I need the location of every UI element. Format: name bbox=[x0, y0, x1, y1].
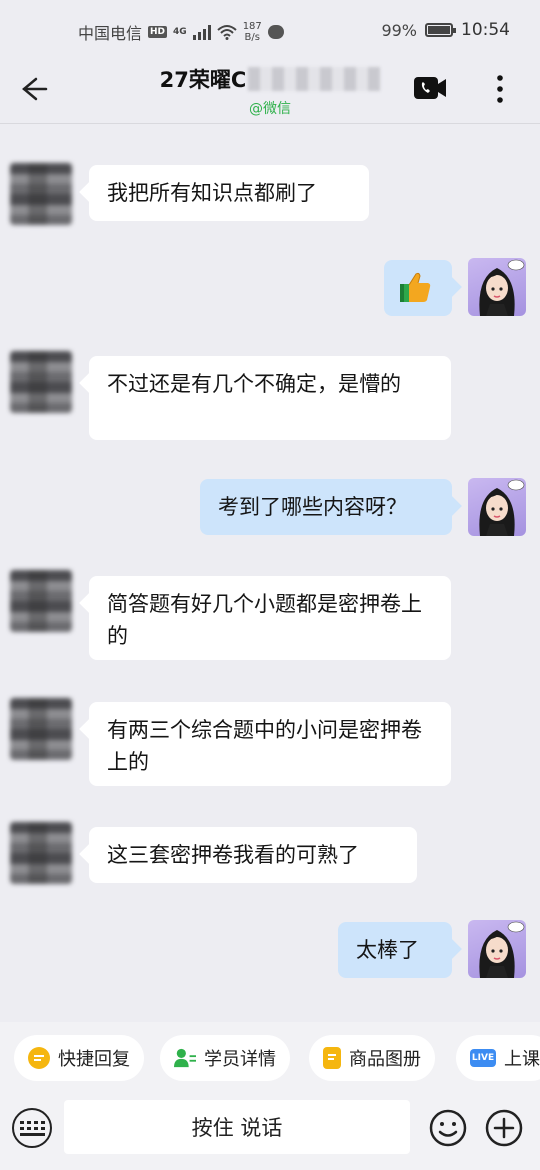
message-text: 有两三个综合题中的小问是密押卷上的 bbox=[107, 718, 422, 774]
product-album-button[interactable]: 商品图册 bbox=[309, 1035, 435, 1081]
my-avatar[interactable] bbox=[468, 920, 526, 978]
quick-reply-label: 快捷回复 bbox=[58, 1049, 130, 1070]
my-avatar[interactable] bbox=[468, 258, 526, 316]
status-left: 中国电信 HD 4G 187 B/s bbox=[78, 20, 284, 44]
signal-icon bbox=[192, 24, 211, 40]
message-bubble-left[interactable]: 简答题有好几个小题都是密押卷上的 bbox=[89, 576, 451, 660]
message-text: 考到了哪些内容呀？ bbox=[218, 495, 407, 519]
message-bubble-right[interactable] bbox=[384, 260, 452, 316]
message-bubble-left[interactable]: 有两三个综合题中的小问是密押卷上的 bbox=[89, 702, 451, 786]
input-bar: 按住 说话 bbox=[0, 1094, 540, 1170]
student-detail-icon bbox=[174, 1047, 196, 1069]
message-text: 这三套密押卷我看的可熟了 bbox=[107, 843, 359, 867]
chat-header: 27荣曜C @微信 bbox=[0, 62, 540, 124]
message-bubble-left[interactable]: 这三套密押卷我看的可熟了 bbox=[89, 827, 417, 883]
title-redacted-block bbox=[248, 67, 381, 91]
chat-title[interactable]: 27荣曜C bbox=[160, 64, 381, 94]
net-speed-value: 187 bbox=[242, 21, 262, 32]
student-detail-button[interactable]: 学员详情 bbox=[160, 1035, 290, 1081]
cartoon-girl-avatar-icon bbox=[479, 479, 525, 536]
student-detail-label: 学员详情 bbox=[204, 1049, 276, 1070]
video-call-icon[interactable] bbox=[413, 74, 447, 102]
chat-title-text: 27荣曜C bbox=[159, 68, 247, 92]
battery-fill bbox=[428, 26, 450, 34]
quick-reply-icon bbox=[28, 1047, 50, 1069]
chat-subtitle: @微信 bbox=[249, 101, 291, 117]
cartoon-girl-avatar-icon bbox=[479, 921, 525, 978]
battery-icon bbox=[425, 23, 456, 37]
clock: 10:54 bbox=[461, 20, 510, 40]
net-speed-unit: B/s bbox=[244, 32, 260, 43]
network-type: 4G bbox=[173, 27, 187, 37]
message-notification-icon bbox=[267, 25, 284, 39]
live-icon: LIVE bbox=[470, 1049, 496, 1067]
battery-percent: 99% bbox=[381, 20, 417, 40]
keyboard-toggle-button[interactable] bbox=[12, 1108, 52, 1148]
thumbs-up-icon bbox=[400, 272, 431, 302]
contact-avatar[interactable] bbox=[10, 163, 72, 225]
status-right: 99% 10:54 bbox=[381, 20, 510, 40]
hd-badge: HD bbox=[148, 26, 168, 38]
message-text: 简答题有好几个小题都是密押卷上的 bbox=[107, 592, 422, 648]
message-bubble-right[interactable]: 太棒了 bbox=[338, 922, 452, 978]
contact-avatar[interactable] bbox=[10, 351, 72, 413]
title-wrap: 27荣曜C @微信 bbox=[0, 64, 540, 118]
more-options-icon[interactable] bbox=[490, 72, 510, 106]
status-bar: 中国电信 HD 4G 187 B/s 99% 10:54 bbox=[0, 0, 540, 62]
wifi-icon bbox=[217, 25, 237, 40]
contact-avatar[interactable] bbox=[10, 698, 72, 760]
message-bubble-right[interactable]: 考到了哪些内容呀？ bbox=[200, 479, 452, 535]
live-class-label: 上课 bbox=[504, 1049, 540, 1070]
contact-avatar[interactable] bbox=[10, 570, 72, 632]
emoji-icon[interactable] bbox=[428, 1108, 468, 1148]
cartoon-girl-avatar-icon bbox=[479, 259, 525, 316]
contact-avatar[interactable] bbox=[10, 822, 72, 884]
message-text: 我把所有知识点都刷了 bbox=[107, 181, 317, 205]
message-text: 不过还是有几个不确定，是懵的 bbox=[107, 372, 401, 396]
plus-icon[interactable] bbox=[484, 1108, 524, 1148]
carrier-label: 中国电信 bbox=[78, 24, 143, 43]
live-class-button[interactable]: LIVE 上课 bbox=[456, 1035, 540, 1081]
quick-reply-button[interactable]: 快捷回复 bbox=[14, 1035, 144, 1081]
product-album-label: 商品图册 bbox=[349, 1049, 421, 1070]
quick-action-bar[interactable]: 快捷回复 学员详情 商品图册 LIVE 上课 bbox=[0, 1022, 540, 1094]
message-text: 太棒了 bbox=[356, 938, 419, 962]
keyboard-icon bbox=[19, 1120, 45, 1136]
my-avatar[interactable] bbox=[468, 478, 526, 536]
hold-to-talk-button[interactable]: 按住 说话 bbox=[64, 1100, 410, 1154]
net-speed: 187 B/s bbox=[243, 21, 262, 43]
product-album-icon bbox=[323, 1047, 341, 1069]
message-bubble-left[interactable]: 不过还是有几个不确定，是懵的 bbox=[89, 356, 451, 440]
message-bubble-left[interactable]: 我把所有知识点都刷了 bbox=[89, 165, 369, 221]
